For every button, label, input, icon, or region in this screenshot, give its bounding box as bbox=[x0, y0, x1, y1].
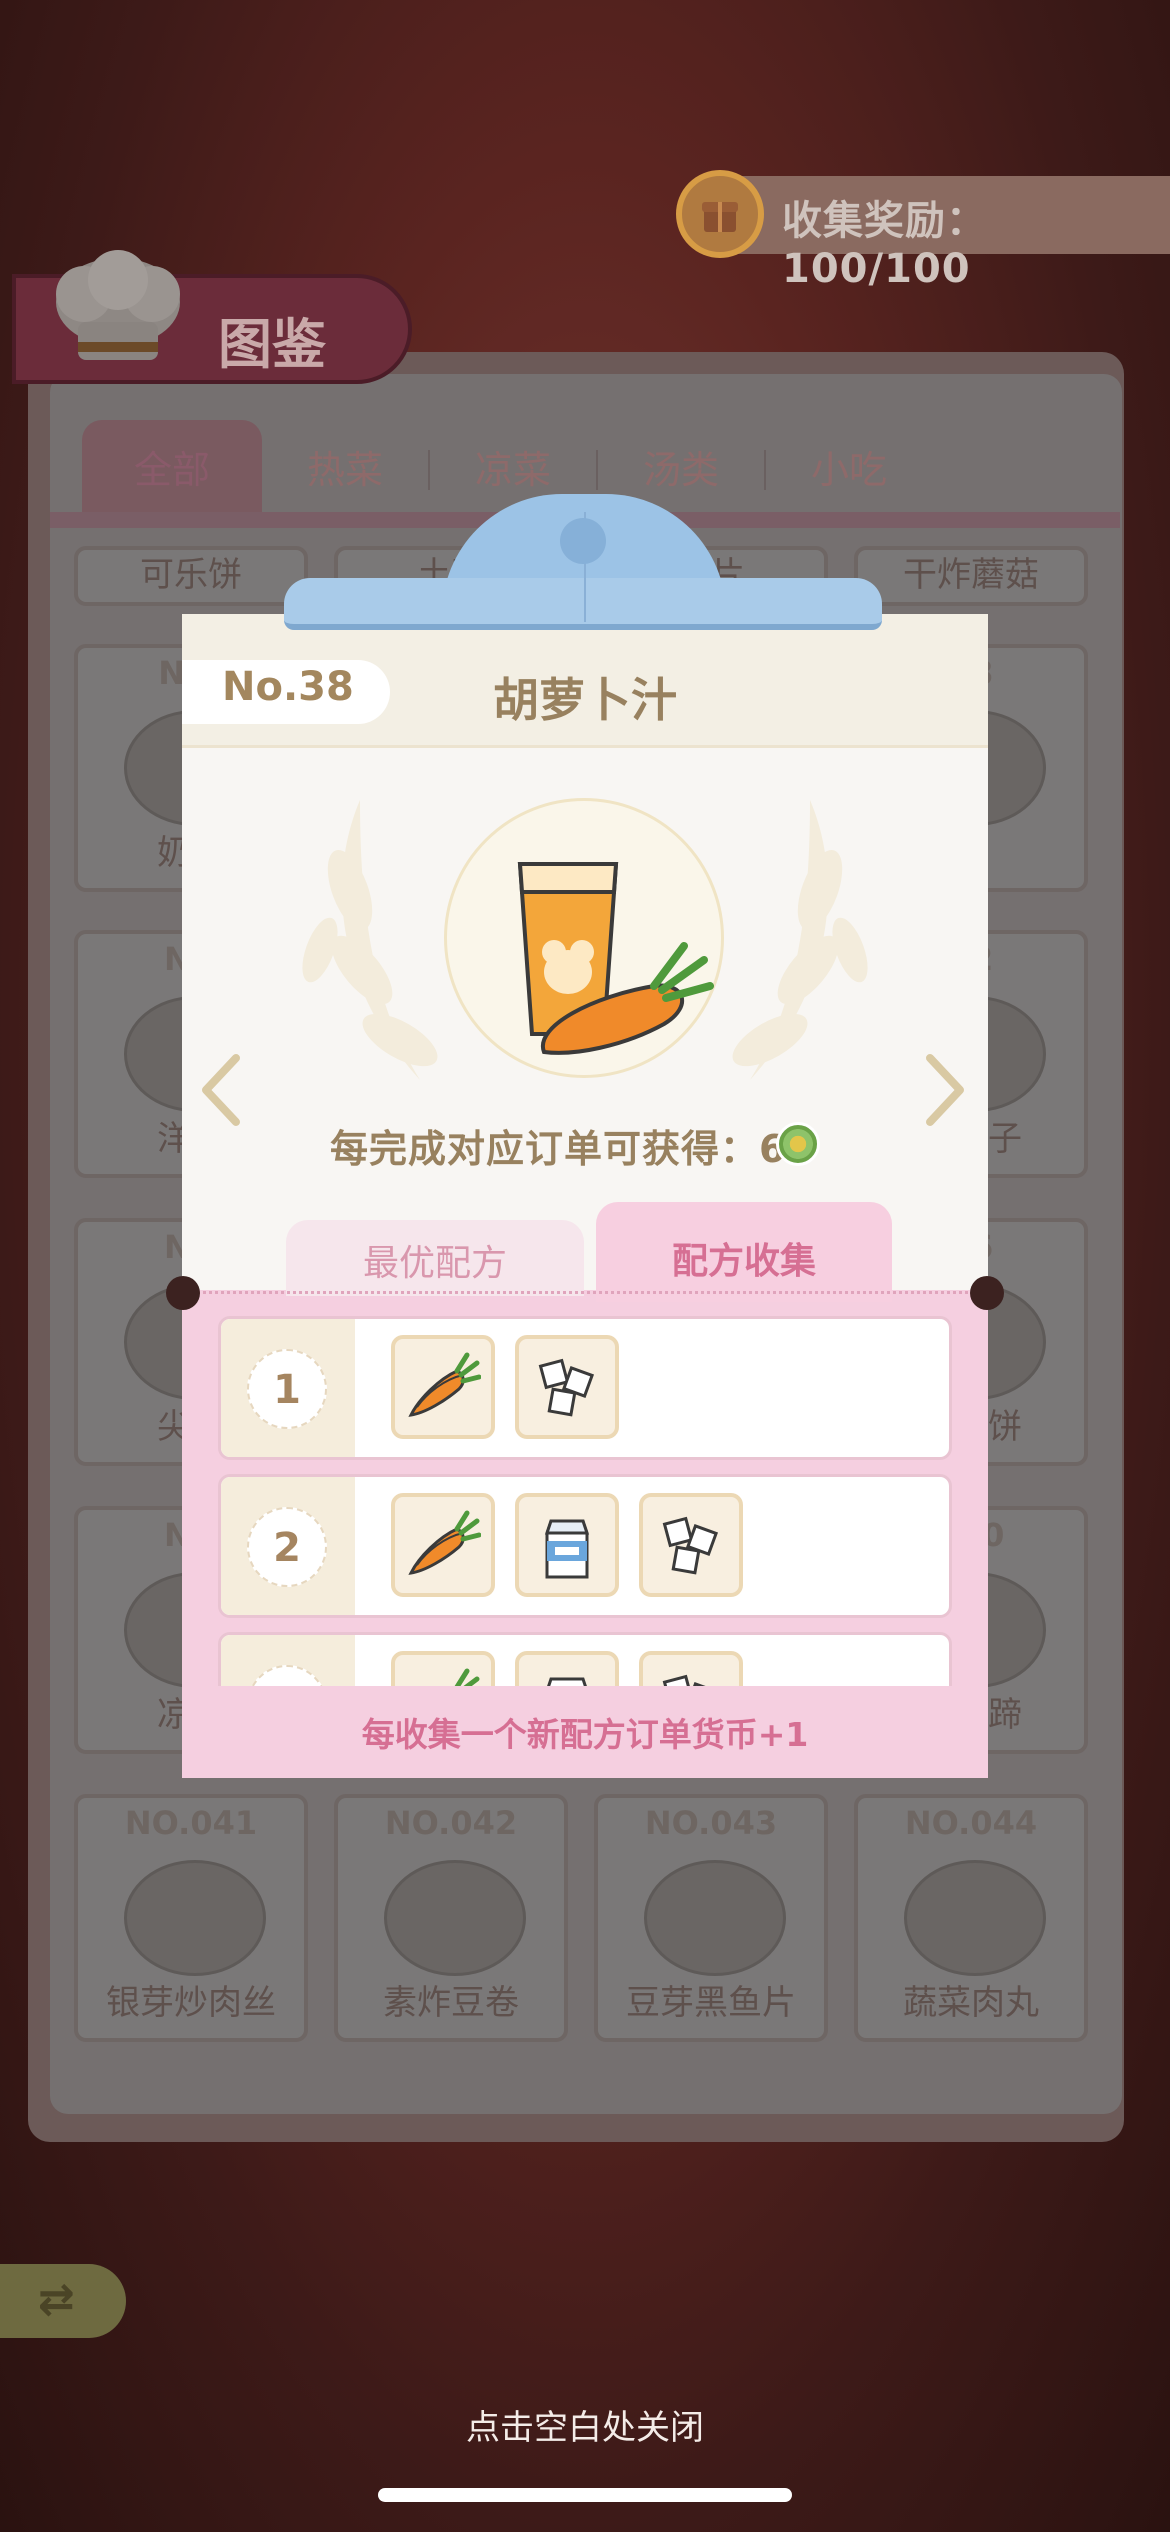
dish-name: 可乐饼 bbox=[140, 555, 242, 595]
recipe-collection-note-text: 每收集一个新配方订单货币+1 bbox=[361, 1715, 809, 1754]
clipboard-clip-knob bbox=[560, 518, 606, 564]
chef-hat-icon bbox=[56, 250, 180, 360]
dish-card[interactable]: NO.043 豆芽黑鱼片 bbox=[594, 1794, 828, 2042]
dish-name: 银芽炒肉丝 bbox=[106, 1983, 276, 2023]
recipe-collection-note: 每收集一个新配方订单货币+1 bbox=[182, 1686, 988, 1778]
side-menu-handle[interactable]: ⇄ bbox=[0, 2264, 126, 2338]
dish-card[interactable]: NO.042 素炸豆卷 bbox=[334, 1794, 568, 2042]
dish-number: No.38 bbox=[222, 664, 354, 710]
collection-reward-text: 收集奖励：100/100 bbox=[782, 198, 987, 292]
dish-title: 胡萝卜汁 bbox=[493, 673, 677, 727]
dish-name: 豆芽黑鱼片 bbox=[626, 1983, 796, 2023]
dish-number: NO.043 bbox=[644, 1804, 778, 1842]
recipe-row[interactable]: 1 bbox=[218, 1316, 952, 1460]
dish-card[interactable]: NO.041 银芽炒肉丝 bbox=[74, 1794, 308, 2042]
clipboard-clip-bar bbox=[284, 578, 882, 630]
dish-number: NO.044 bbox=[904, 1804, 1038, 1842]
dish-image bbox=[384, 1860, 526, 1976]
ticket-notch bbox=[166, 1276, 200, 1310]
dish-name: 蔬菜肉丸 bbox=[903, 1983, 1039, 2023]
tab-snacks[interactable]: 小吃 bbox=[766, 420, 932, 512]
tab-recipe-collection[interactable]: 配方收集 bbox=[596, 1202, 892, 1302]
home-indicator[interactable] bbox=[378, 2488, 792, 2502]
recipe-row[interactable]: 3 bbox=[218, 1632, 952, 1686]
order-reward-text: 每完成对应订单可获得：6 bbox=[330, 1127, 787, 1171]
dish-name: 素炸豆卷 bbox=[383, 1983, 519, 2023]
perforation-line bbox=[190, 1291, 980, 1294]
dish-card[interactable]: NO.044 蔬菜肉丸 bbox=[854, 1794, 1088, 2042]
prev-dish-arrow-icon[interactable] bbox=[198, 1052, 242, 1128]
dish-card[interactable]: 干炸蘑菇 bbox=[854, 546, 1088, 606]
dish-number: NO.041 bbox=[124, 1804, 258, 1842]
dish-image bbox=[904, 1860, 1046, 1976]
gift-icon[interactable] bbox=[676, 170, 764, 258]
close-hint[interactable]: 点击空白处关闭 bbox=[0, 2400, 1170, 2449]
carrot-icon bbox=[391, 1651, 495, 1686]
sugar-cube-icon bbox=[639, 1493, 743, 1597]
tab-best-recipe-label: 最优配方 bbox=[362, 1243, 507, 1284]
carrot-icon bbox=[391, 1335, 495, 1439]
carrot-icon bbox=[391, 1493, 495, 1597]
tab-all[interactable]: 全部 bbox=[82, 420, 262, 512]
dish-image bbox=[644, 1860, 786, 1976]
recipe-index: 2 bbox=[247, 1507, 327, 1587]
sugar-cube-icon bbox=[515, 1335, 619, 1439]
tab-best-recipe[interactable]: 最优配方 bbox=[286, 1220, 584, 1296]
ticket-notch bbox=[970, 1276, 1004, 1310]
milk-carton-icon bbox=[515, 1493, 619, 1597]
sugar-cube-icon bbox=[639, 1651, 743, 1686]
dish-number: NO.042 bbox=[384, 1804, 518, 1842]
page-title: 图鉴 bbox=[218, 313, 326, 376]
tab-hot-dishes[interactable]: 热菜 bbox=[262, 420, 428, 512]
carrot-juice-icon bbox=[517, 862, 714, 1055]
tab-recipe-collection-label: 配方收集 bbox=[671, 1241, 816, 1282]
dish-card[interactable]: 可乐饼 bbox=[74, 546, 308, 606]
recipe-list[interactable]: 1 2 3 bbox=[218, 1316, 952, 1686]
recipe-row[interactable]: 2 bbox=[218, 1474, 952, 1618]
dish-name: 干炸蘑菇 bbox=[903, 555, 1039, 595]
milk-carton-icon bbox=[515, 1651, 619, 1686]
currency-coin-icon bbox=[776, 1122, 820, 1166]
next-dish-arrow-icon[interactable] bbox=[924, 1052, 968, 1128]
dish-image bbox=[124, 1860, 266, 1976]
expand-arrow-icon: ⇄ bbox=[38, 2274, 75, 2325]
recipe-index: 1 bbox=[247, 1349, 327, 1429]
